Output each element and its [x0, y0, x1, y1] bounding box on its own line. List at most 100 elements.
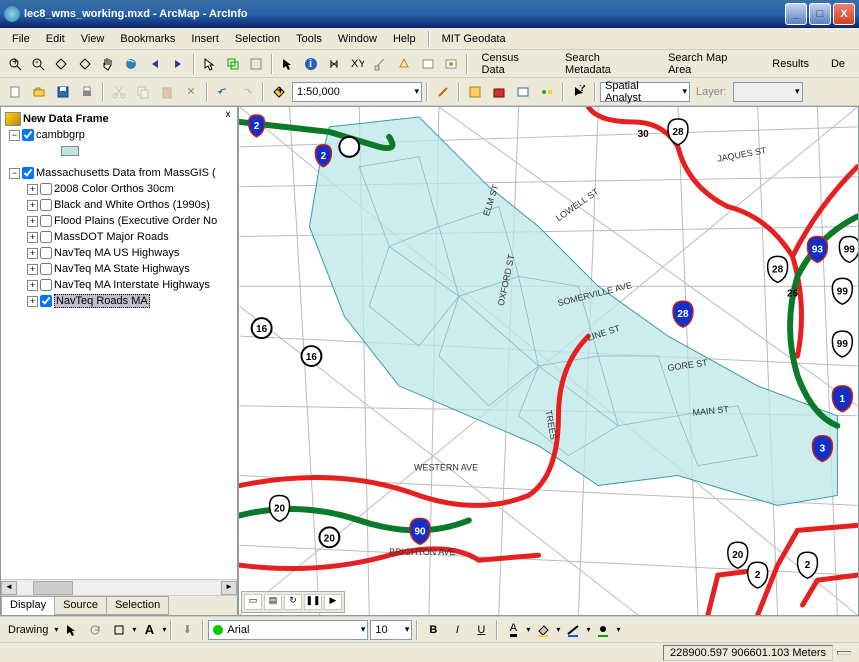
- menu-edit[interactable]: Edit: [38, 31, 73, 47]
- pause-button[interactable]: ❚❚: [304, 594, 322, 610]
- play-button[interactable]: ▶: [324, 594, 342, 610]
- zoom-in-icon[interactable]: +: [4, 53, 25, 75]
- expand-icon[interactable]: +: [27, 200, 38, 211]
- undo-icon[interactable]: [212, 81, 234, 103]
- marker-color-icon[interactable]: [592, 619, 614, 641]
- select-elements-icon[interactable]: [199, 53, 220, 75]
- expand-icon[interactable]: +: [27, 280, 38, 291]
- symbology-swatch[interactable]: [61, 146, 79, 156]
- fixed-zoom-in-icon[interactable]: [51, 53, 72, 75]
- expand-icon[interactable]: +: [27, 216, 38, 227]
- layer-dropdown[interactable]: [733, 82, 803, 102]
- layer-checkbox[interactable]: [40, 263, 52, 275]
- layer-row[interactable]: + Black and White Orthos (1990s): [1, 197, 237, 213]
- menu-selection[interactable]: Selection: [227, 31, 288, 47]
- close-button[interactable]: X: [833, 3, 855, 25]
- pan-icon[interactable]: [97, 53, 118, 75]
- arctoolbox-icon[interactable]: [488, 81, 510, 103]
- refresh-button[interactable]: ↻: [284, 594, 302, 610]
- tab-selection[interactable]: Selection: [106, 596, 169, 615]
- open-icon[interactable]: [28, 81, 50, 103]
- rotate-icon[interactable]: [84, 619, 106, 641]
- map-scale-dropdown[interactable]: 1:50,000: [292, 82, 422, 102]
- italic-icon[interactable]: I: [446, 619, 468, 641]
- search-metadata-link[interactable]: Search Metadata: [555, 50, 656, 78]
- full-extent-icon[interactable]: [121, 53, 142, 75]
- menu-help[interactable]: Help: [385, 31, 424, 47]
- tab-display[interactable]: Display: [1, 596, 55, 615]
- menu-view[interactable]: View: [73, 31, 113, 47]
- layer-checkbox[interactable]: [40, 247, 52, 259]
- expand-icon[interactable]: +: [27, 296, 38, 307]
- zoom-out-icon[interactable]: -: [27, 53, 48, 75]
- save-icon[interactable]: [52, 81, 74, 103]
- underline-icon[interactable]: U: [470, 619, 492, 641]
- editor-icon[interactable]: [432, 81, 454, 103]
- time-slider-icon[interactable]: [440, 53, 461, 75]
- collapse-icon[interactable]: −: [9, 130, 20, 141]
- search-map-area-link[interactable]: Search Map Area: [658, 50, 760, 78]
- menu-bookmarks[interactable]: Bookmarks: [112, 31, 183, 47]
- minimize-button[interactable]: _: [785, 3, 807, 25]
- fixed-zoom-out-icon[interactable]: [74, 53, 95, 75]
- expand-icon[interactable]: +: [27, 184, 38, 195]
- redo-icon[interactable]: [236, 81, 258, 103]
- menu-insert[interactable]: Insert: [183, 31, 227, 47]
- model-builder-icon[interactable]: [536, 81, 558, 103]
- layer-row[interactable]: + NavTeq MA State Highways: [1, 261, 237, 277]
- hyperlink-icon[interactable]: [394, 53, 415, 75]
- add-data-icon[interactable]: +: [268, 81, 290, 103]
- layout-view-button[interactable]: ▤: [264, 594, 282, 610]
- new-icon[interactable]: [4, 81, 26, 103]
- select-features-icon[interactable]: [222, 53, 243, 75]
- spatial-analyst-dropdown[interactable]: Spatial Analyst: [600, 82, 690, 102]
- font-color-icon[interactable]: A: [502, 619, 524, 641]
- text-icon[interactable]: A: [138, 619, 160, 641]
- scroll-track[interactable]: [18, 581, 220, 595]
- shape-icon[interactable]: [108, 619, 130, 641]
- copy-icon[interactable]: [132, 81, 154, 103]
- html-popup-icon[interactable]: [417, 53, 438, 75]
- layer-checkbox[interactable]: [22, 167, 34, 179]
- identify-icon[interactable]: i: [300, 53, 321, 75]
- menu-tools[interactable]: Tools: [288, 31, 330, 47]
- cut-icon[interactable]: [108, 81, 130, 103]
- paste-icon[interactable]: [156, 81, 178, 103]
- layer-row[interactable]: + Flood Plains (Executive Order No: [1, 213, 237, 229]
- clear-selection-icon[interactable]: [245, 53, 266, 75]
- delete-icon[interactable]: ✕: [180, 81, 202, 103]
- collapse-icon[interactable]: −: [9, 168, 20, 179]
- font-dropdown[interactable]: Arial: [208, 620, 368, 640]
- find-icon[interactable]: [323, 53, 344, 75]
- fill-color-icon[interactable]: [532, 619, 554, 641]
- layer-checkbox[interactable]: [40, 199, 52, 211]
- forward-icon[interactable]: [167, 53, 188, 75]
- whats-this-icon[interactable]: ?: [568, 81, 590, 103]
- layer-checkbox[interactable]: [22, 129, 34, 141]
- details-link[interactable]: De: [821, 56, 855, 72]
- layer-checkbox[interactable]: [40, 231, 52, 243]
- layer-row[interactable]: + NavTeq MA US Highways: [1, 245, 237, 261]
- measure-icon[interactable]: [370, 53, 391, 75]
- toc-close-button[interactable]: x: [221, 109, 235, 123]
- go-to-xy-icon[interactable]: XY: [347, 53, 368, 75]
- edit-vertices-icon[interactable]: ⬇: [176, 619, 198, 641]
- maximize-button[interactable]: □: [809, 3, 831, 25]
- data-view-button[interactable]: ▭: [244, 594, 262, 610]
- bold-icon[interactable]: B: [422, 619, 444, 641]
- layer-row[interactable]: − cambbgrp: [1, 127, 237, 143]
- print-icon[interactable]: [76, 81, 98, 103]
- expand-icon[interactable]: +: [27, 248, 38, 259]
- layer-row-selected[interactable]: + NavTeq Roads MA: [1, 293, 237, 309]
- layer-checkbox[interactable]: [40, 183, 52, 195]
- menu-window[interactable]: Window: [330, 31, 385, 47]
- font-size-dropdown[interactable]: 10: [370, 620, 412, 640]
- menu-file[interactable]: File: [4, 31, 38, 47]
- select-elements-icon[interactable]: [60, 619, 82, 641]
- layer-row[interactable]: + 2008 Color Orthos 30cm: [1, 181, 237, 197]
- tab-source[interactable]: Source: [54, 596, 107, 615]
- census-data-link[interactable]: Census Data: [472, 50, 554, 78]
- group-layer-row[interactable]: − Massachusetts Data from MassGIS (: [1, 165, 237, 181]
- menu-mit-geodata[interactable]: MIT Geodata: [434, 31, 514, 47]
- select-arrow-icon[interactable]: [277, 53, 298, 75]
